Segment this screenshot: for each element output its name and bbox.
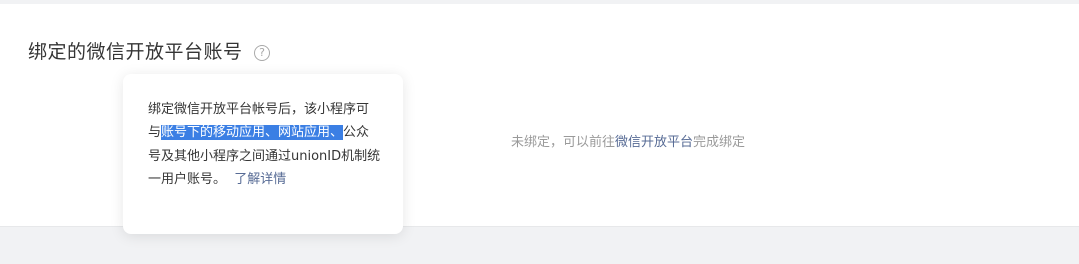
tooltip-selected-text: 账号下的移动应用、网站应用、 <box>161 125 344 141</box>
status-prefix: 未绑定，可以前往 <box>511 135 616 150</box>
learn-more-link[interactable]: 了解详情 <box>234 172 286 187</box>
help-icon[interactable]: ? <box>254 45 270 61</box>
status-suffix: 完成绑定 <box>693 135 746 150</box>
section-title: 绑定的微信开放平台账号 <box>28 41 243 63</box>
binding-status: 未绑定，可以前往微信开放平台完成绑定 <box>511 131 745 150</box>
open-platform-link[interactable]: 微信开放平台 <box>615 135 693 150</box>
help-tooltip: 绑定微信开放平台帐号后，该小程序可与账号下的移动应用、网站应用、公众号及其他小程… <box>123 74 403 234</box>
